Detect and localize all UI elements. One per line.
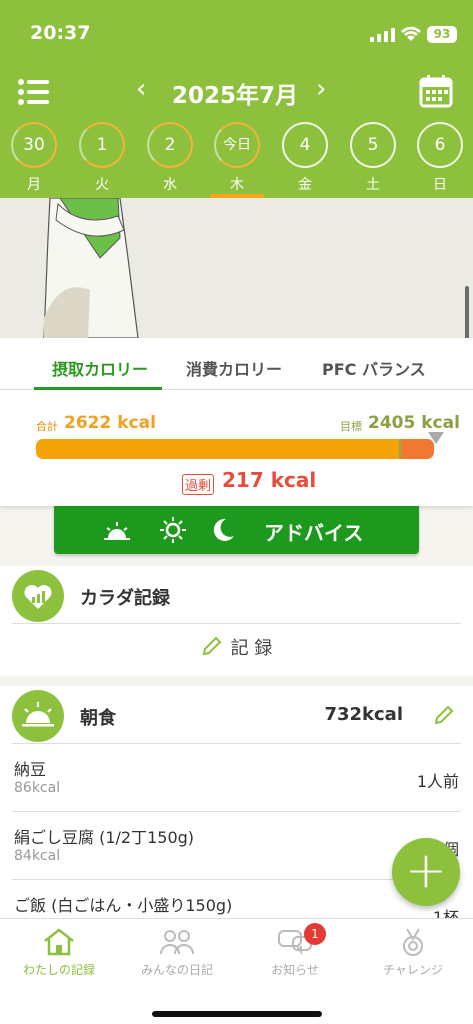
food-calorie: 84kcal bbox=[14, 848, 61, 864]
battery-indicator: 93 bbox=[427, 26, 457, 43]
nav-label: お知らせ bbox=[271, 963, 319, 977]
food-name: 納豆 bbox=[14, 760, 47, 779]
weekday-label: 水 bbox=[163, 177, 177, 193]
week-day-selector: 30 月 1 火 2 水 今日 木 4 金 5 土 6 日 bbox=[10, 122, 466, 198]
prev-month-button[interactable]: ‹ bbox=[136, 74, 146, 104]
food-quantity: 1杯 bbox=[432, 908, 459, 918]
character-illustration bbox=[0, 198, 473, 338]
month-label: 2025年7月 bbox=[172, 83, 299, 109]
character-figure-image bbox=[43, 198, 139, 338]
breakfast-title: 朝食 bbox=[80, 708, 116, 729]
weekday-label: 月 bbox=[27, 177, 41, 193]
wifi-icon bbox=[401, 26, 421, 41]
food-item[interactable]: ご飯 (白ごはん・小盛り150g) 1杯 bbox=[12, 880, 461, 918]
pencil-icon bbox=[202, 636, 222, 656]
excess-badge: 過剰 bbox=[182, 474, 215, 495]
nav-my-record[interactable]: わたしの記録 bbox=[0, 927, 118, 978]
status-bar: 20:37 93 bbox=[0, 18, 473, 52]
calorie-tabs: 摂取カロリー 消費カロリー PFC バランス bbox=[0, 338, 473, 390]
weekday-label: 金 bbox=[298, 177, 312, 193]
day-number: 6 bbox=[417, 122, 463, 168]
day-number: 2 bbox=[147, 122, 193, 168]
goal-label: 目標 bbox=[340, 420, 362, 433]
food-item[interactable]: 納豆 86kcal 1人前 bbox=[12, 744, 461, 812]
record-button[interactable]: 記 録 bbox=[0, 624, 473, 674]
people-icon bbox=[160, 930, 194, 955]
total-label: 合計 bbox=[36, 420, 58, 433]
status-time: 20:37 bbox=[30, 22, 91, 44]
home-indicator bbox=[152, 1011, 322, 1017]
moon-icon bbox=[213, 518, 234, 541]
day-item[interactable]: 2 水 bbox=[146, 122, 194, 194]
total-calorie-value: 2622 kcal bbox=[64, 413, 156, 433]
day-item[interactable]: 30 月 bbox=[10, 122, 58, 194]
nav-label: わたしの記録 bbox=[22, 963, 95, 977]
day-number: 1 bbox=[79, 122, 125, 168]
breakfast-kcal: 732kcal bbox=[324, 704, 403, 725]
calorie-excess-segment bbox=[401, 439, 434, 459]
goal-calorie-value: 2405 kcal bbox=[368, 413, 460, 433]
weekday-label: 土 bbox=[366, 177, 380, 193]
day-item[interactable]: 5 土 bbox=[349, 122, 397, 194]
calorie-progress-bar bbox=[36, 439, 434, 459]
body-record-section: カラダ記録 記 録 bbox=[0, 566, 473, 676]
house-icon bbox=[44, 928, 74, 956]
sunrise-icon bbox=[12, 690, 64, 742]
add-record-button[interactable]: + bbox=[392, 838, 460, 906]
app-header: 20:37 93 ‹ 2025年7月 › 30 月 1 火 2 水 今日 木 4… bbox=[0, 0, 473, 198]
tab-pfc-balance[interactable]: PFC バランス bbox=[322, 356, 426, 380]
day-item-today[interactable]: 今日 木 bbox=[210, 122, 264, 198]
tab-burned-calorie[interactable]: 消費カロリー bbox=[186, 356, 282, 380]
breakfast-header: 朝食 732kcal bbox=[12, 686, 461, 744]
heart-chart-icon bbox=[12, 570, 64, 622]
weekday-label: 木 bbox=[230, 177, 244, 193]
nav-community-diary[interactable]: みんなの日記 bbox=[118, 927, 236, 978]
medal-icon bbox=[403, 928, 423, 956]
day-number: 5 bbox=[350, 122, 396, 168]
edit-pencil-icon[interactable] bbox=[433, 704, 455, 726]
food-name: ご飯 (白ごはん・小盛り150g) bbox=[14, 896, 233, 915]
excess-calorie-value: 217 kcal bbox=[222, 468, 317, 492]
day-item[interactable]: 4 金 bbox=[281, 122, 329, 194]
calorie-card: 摂取カロリー 消費カロリー PFC バランス 合計 2622 kcal 目標 2… bbox=[0, 338, 473, 506]
day-number: 今日 bbox=[214, 122, 260, 168]
next-month-button[interactable]: › bbox=[316, 74, 326, 104]
day-number: 30 bbox=[11, 122, 57, 168]
notification-badge: 1 bbox=[304, 923, 326, 945]
tab-intake-calorie[interactable]: 摂取カロリー bbox=[52, 356, 148, 380]
day-item[interactable]: 1 火 bbox=[78, 122, 126, 194]
body-record-title: カラダ記録 bbox=[80, 588, 170, 609]
day-item[interactable]: 6 日 bbox=[416, 122, 464, 194]
sun-icon bbox=[160, 517, 186, 543]
sunrise-icon bbox=[104, 522, 130, 540]
goal-line bbox=[399, 439, 401, 459]
cellular-signal-icon bbox=[370, 28, 395, 42]
list-menu-icon[interactable] bbox=[18, 78, 50, 106]
food-calorie: 86kcal bbox=[14, 780, 61, 796]
active-tab-indicator bbox=[34, 387, 162, 390]
calendar-icon[interactable] bbox=[419, 74, 453, 108]
nav-label: チャレンジ bbox=[383, 963, 443, 977]
food-name: 絹ごし豆腐 (1/2丁150g) bbox=[14, 828, 195, 847]
nav-challenge[interactable]: チャレンジ bbox=[354, 927, 472, 978]
food-quantity: 1人前 bbox=[416, 772, 459, 791]
month-nav: ‹ 2025年7月 › bbox=[0, 72, 473, 112]
nav-notifications[interactable]: 1 お知らせ bbox=[236, 923, 354, 978]
day-number: 4 bbox=[282, 122, 328, 168]
record-button-label: 記 録 bbox=[230, 638, 273, 659]
weekday-label: 日 bbox=[433, 177, 447, 193]
advice-button[interactable]: アドバイス bbox=[54, 506, 419, 554]
nav-label: みんなの日記 bbox=[140, 963, 213, 977]
bottom-nav: わたしの記録 みんなの日記 1 お知らせ チャレンジ bbox=[0, 918, 473, 1024]
advice-label: アドバイス bbox=[264, 521, 364, 545]
weekday-label: 火 bbox=[95, 177, 109, 193]
body-record-header: カラダ記録 bbox=[12, 566, 461, 624]
